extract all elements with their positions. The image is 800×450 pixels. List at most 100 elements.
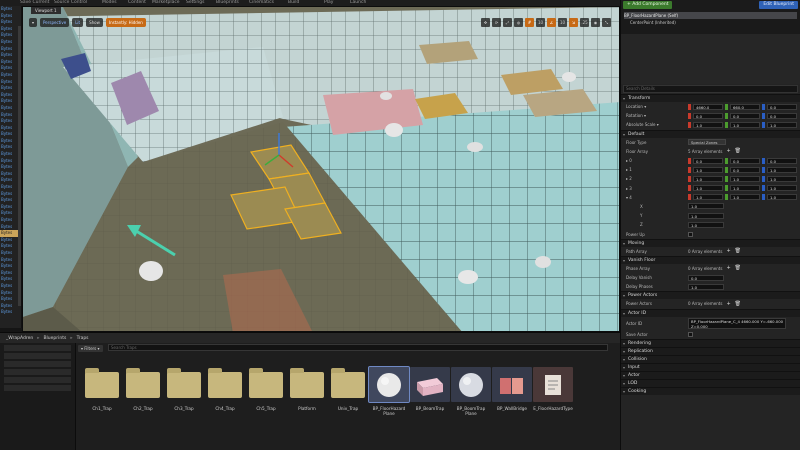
floor-element-z-field[interactable]: 1.0 <box>767 185 797 192</box>
grid-snap-icon[interactable]: # <box>525 18 534 27</box>
add-element-icon[interactable]: + <box>726 148 730 154</box>
rotation-y-field[interactable]: 0.0 <box>730 112 760 119</box>
breadcrumb-blueprints[interactable]: Blueprints <box>43 336 66 341</box>
floor-element-z-field[interactable]: 1.0 <box>767 175 797 182</box>
section-actor-id[interactable]: Actor ID <box>621 308 800 318</box>
scale-y-field[interactable]: 1.0 <box>730 121 760 128</box>
floor-element-label[interactable]: ▾ 4 <box>626 195 688 200</box>
section-rendering[interactable]: Rendering <box>621 338 800 348</box>
section-actor[interactable]: Actor <box>621 370 800 380</box>
folder-tree-row[interactable] <box>4 345 71 351</box>
level-viewport[interactable]: Viewport 1 ▾ Perspective Lit Show Instan… <box>22 6 620 332</box>
actor-id-field[interactable]: BP_FloorHazardPlane_C_4 4660.000 Y=-660.… <box>688 317 786 329</box>
asset-tile[interactable]: Ch1_Trap <box>82 367 122 411</box>
folder-tree-row[interactable] <box>4 385 71 391</box>
floor-element-x-field[interactable]: 1.0 <box>693 175 723 182</box>
scale-z-field[interactable]: 1.0 <box>767 121 797 128</box>
floor-element-x-field[interactable]: 1.0 <box>693 185 723 192</box>
outliner-scrollbar[interactable] <box>18 26 21 306</box>
floor-element-z-field[interactable]: 1.0 <box>767 166 797 173</box>
delete-power-actors-icon[interactable]: 🗑 <box>735 301 741 307</box>
location-y-field[interactable]: 660.0 <box>730 103 760 110</box>
perspective-button[interactable]: Perspective <box>40 18 70 27</box>
asset-tile[interactable]: E_FloorHazardType <box>533 367 573 411</box>
move-tool-icon[interactable]: ✥ <box>481 18 490 27</box>
asset-tile[interactable]: Ch3_Trap <box>164 367 204 411</box>
section-collision[interactable]: Collision <box>621 354 800 364</box>
floor-element-y-field[interactable]: 1.0 <box>730 175 760 182</box>
scale-label[interactable]: Absolute Scale ▾ <box>626 122 688 127</box>
folder-tree-row[interactable] <box>4 353 71 359</box>
component-root[interactable]: BP_FloorHazardPlane (Self) <box>624 12 797 19</box>
lit-button[interactable]: Lit <box>72 18 84 27</box>
save-actor-checkbox[interactable] <box>688 331 693 337</box>
floor-element-label[interactable]: ▸ 2 <box>626 176 688 181</box>
viewport-tab[interactable]: Viewport 1 <box>31 7 61 14</box>
edit-blueprint-button[interactable]: Edit Blueprint <box>759 1 798 9</box>
floor-array-label[interactable]: Floor Array <box>626 149 688 154</box>
content-search-input[interactable]: Search Traps <box>108 344 608 351</box>
asset-tile[interactable]: BP_WallBridge <box>492 367 532 411</box>
floor-element-label[interactable]: ▸ 1 <box>626 167 688 172</box>
delete-phase-elements-icon[interactable]: 🗑 <box>735 265 741 271</box>
floor-element-x-field[interactable]: 1.0 <box>693 194 723 201</box>
power-up-checkbox[interactable] <box>688 231 693 237</box>
rotate-tool-icon[interactable]: ⟳ <box>492 18 501 27</box>
section-transform[interactable]: Transform <box>621 94 800 103</box>
floor-element-label[interactable]: ▸ 0 <box>626 158 688 163</box>
angle-size-button[interactable]: 10 <box>558 18 567 27</box>
world-space-icon[interactable]: ◍ <box>514 18 523 27</box>
show-button[interactable]: Show <box>86 18 103 27</box>
add-component-button[interactable]: + Add Component <box>623 1 673 9</box>
floor-element-y-field[interactable]: 0.0 <box>730 157 760 164</box>
section-replication[interactable]: Replication <box>621 346 800 356</box>
rotation-z-field[interactable]: 0.0 <box>767 112 797 119</box>
section-lod[interactable]: LOD <box>621 378 800 388</box>
outliner-row[interactable]: Bytes <box>0 309 21 316</box>
section-vanish-floor[interactable]: Vanish Floor <box>621 255 800 265</box>
asset-tile[interactable]: BP_BeamTrap <box>410 367 450 411</box>
viewport-options-button[interactable]: ▾ <box>29 18 38 27</box>
component-child[interactable]: CenterPoint (Inherited) <box>624 19 797 26</box>
asset-tile[interactable]: Ch4_Trap <box>205 367 245 411</box>
floor-element-y-field[interactable]: 1.0 <box>730 185 760 192</box>
location-label[interactable]: Location ▾ <box>626 104 688 109</box>
breadcrumb-root[interactable]: _WrapAdren <box>6 336 33 341</box>
asset-tile[interactable]: BP_BoomTrap Plane <box>451 367 491 416</box>
rotation-label[interactable]: Rotation ▾ <box>626 113 688 118</box>
section-power-actors[interactable]: Power Actors <box>621 291 800 300</box>
breadcrumb-traps[interactable]: Traps <box>77 336 89 341</box>
section-cooking[interactable]: Cooking <box>621 386 800 396</box>
game-view-mode-button[interactable]: Instantly: Hidden <box>105 18 146 27</box>
floor-type-dropdown[interactable]: Special Zones <box>688 139 726 146</box>
sub-axis-field[interactable]: 1.0 <box>688 203 724 210</box>
outliner-row[interactable]: Bytes <box>0 13 21 20</box>
filters-button[interactable]: ▾ Filters ▾ <box>78 344 103 352</box>
maximize-viewport-icon[interactable]: ⤡ <box>602 18 611 27</box>
asset-tile[interactable]: Ch2_Trap <box>123 367 163 411</box>
floor-element-x-field[interactable]: 0.0 <box>693 157 723 164</box>
add-power-actor-icon[interactable]: + <box>726 301 730 307</box>
rotation-x-field[interactable]: 0.0 <box>693 112 723 119</box>
angle-snap-icon[interactable]: ∠ <box>547 18 556 27</box>
outliner-row[interactable]: Bytes <box>0 19 21 26</box>
scale-snap-icon[interactable]: ⇲ <box>569 18 578 27</box>
asset-tile[interactable]: BP_FloorHazard Plane <box>368 366 410 416</box>
floor-element-y-field[interactable]: 1.0 <box>730 194 760 201</box>
floor-element-z-field[interactable]: 0.0 <box>767 157 797 164</box>
folder-tree-row[interactable] <box>4 377 71 383</box>
folder-tree-row[interactable] <box>4 369 71 375</box>
floor-element-z-field[interactable]: 1.0 <box>767 194 797 201</box>
floor-element-y-field[interactable]: 0.0 <box>730 166 760 173</box>
floor-element-label[interactable]: ▸ 3 <box>626 186 688 191</box>
camera-speed-icon[interactable]: ◉ <box>591 18 600 27</box>
location-x-field[interactable]: 4660.0 <box>693 103 723 110</box>
delete-path-elements-icon[interactable]: 🗑 <box>735 248 741 254</box>
asset-tile[interactable]: Univ_Trap <box>328 367 368 411</box>
section-moving[interactable]: Moving <box>621 238 800 248</box>
sub-axis-field[interactable]: 1.0 <box>688 212 724 219</box>
scale-tool-icon[interactable]: ⤢ <box>503 18 512 27</box>
add-phase-element-icon[interactable]: + <box>726 265 730 271</box>
asset-tile[interactable]: Ch5_Trap <box>246 367 286 411</box>
outliner-row[interactable]: Bytes <box>0 6 21 13</box>
